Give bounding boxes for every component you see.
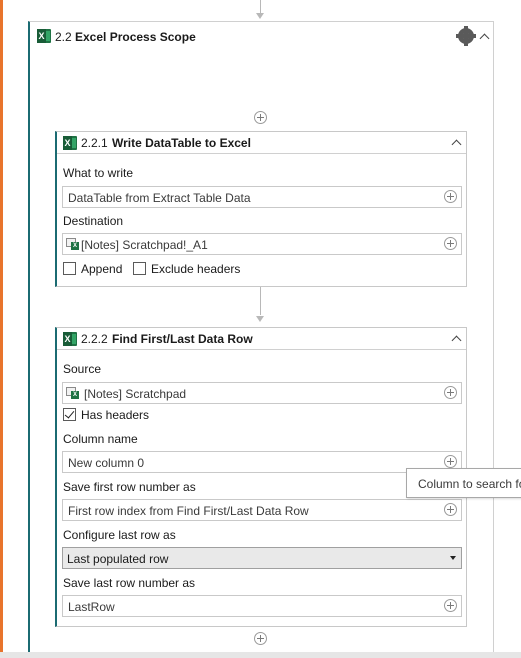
source-field[interactable]: X [Notes] Scratchpad <box>62 382 462 404</box>
add-activity-button-1[interactable] <box>254 111 267 124</box>
destination-value: [Notes] Scratchpad!_A1 <box>81 238 208 252</box>
middle-connector-line <box>260 287 261 315</box>
top-connector-arrow <box>256 13 264 19</box>
destination-label: Destination <box>63 214 124 228</box>
configure-last-row-value: Last populated row <box>67 552 169 566</box>
gear-icon[interactable] <box>456 26 476 46</box>
has-headers-label: Has headers <box>81 408 150 422</box>
column-tooltip-text: Column to search for <box>418 477 521 491</box>
middle-connector-arrow <box>256 316 264 322</box>
top-connector-line <box>260 0 261 14</box>
first-row-add-icon[interactable] <box>444 503 457 516</box>
last-row-value: LastRow <box>68 600 115 614</box>
collapse-write-chevron-up-icon[interactable] <box>451 139 462 150</box>
first-row-value: First row index from Find First/Last Dat… <box>68 504 309 518</box>
configure-last-row-select[interactable]: Last populated row <box>62 547 462 569</box>
excel-icon <box>37 29 51 43</box>
what-to-write-value: DataTable from Extract Table Data <box>68 191 251 205</box>
column-name-add-icon[interactable] <box>444 455 457 468</box>
write-datatable-card[interactable]: 2.2.1 Write DataTable to Excel What to w… <box>55 131 467 287</box>
has-headers-checkbox[interactable] <box>63 408 76 421</box>
scope-title: Excel Process Scope <box>75 30 196 44</box>
last-row-add-icon[interactable] <box>444 599 457 612</box>
find-data-row-title: Find First/Last Data Row <box>112 332 253 346</box>
source-label: Source <box>63 362 102 376</box>
column-tooltip: Column to search for <box>406 468 521 498</box>
collapse-find-chevron-up-icon[interactable] <box>451 335 462 346</box>
column-name-field[interactable]: New column 0 <box>62 451 462 473</box>
find-data-row-number: 2.2.2 <box>81 332 108 346</box>
last-row-label: Save last row number as <box>63 576 196 590</box>
append-label: Append <box>81 262 123 276</box>
sheet-icon: X <box>66 387 80 399</box>
scope-number: 2.2 <box>55 30 72 44</box>
write-datatable-title: Write DataTable to Excel <box>112 136 251 150</box>
first-row-field[interactable]: First row index from Find First/Last Dat… <box>62 499 462 521</box>
write-datatable-header[interactable]: 2.2.1 Write DataTable to Excel <box>57 132 466 154</box>
what-to-write-field[interactable]: DataTable from Extract Table Data <box>62 186 462 208</box>
what-to-write-add-icon[interactable] <box>444 190 457 203</box>
dropdown-arrow-icon <box>450 556 456 560</box>
what-to-write-label: What to write <box>63 166 134 180</box>
left-accent-bar <box>0 0 3 658</box>
column-name-label: Column name <box>63 432 138 446</box>
destination-add-icon[interactable] <box>444 237 457 250</box>
exclude-headers-label: Exclude headers <box>151 262 241 276</box>
excel-icon <box>63 136 77 150</box>
column-name-value: New column 0 <box>68 456 145 470</box>
source-value: [Notes] Scratchpad <box>84 387 187 401</box>
exclude-headers-checkbox[interactable] <box>133 262 146 275</box>
find-data-row-header[interactable]: 2.2.2 Find First/Last Data Row <box>57 328 466 350</box>
excel-icon <box>63 332 77 346</box>
scope-header[interactable]: 2.2 Excel Process Scope <box>30 22 493 50</box>
destination-field[interactable]: X [Notes] Scratchpad!_A1 <box>62 233 462 255</box>
source-add-icon[interactable] <box>444 386 457 399</box>
add-activity-button-2[interactable] <box>254 632 267 645</box>
collapse-scope-chevron-up-icon[interactable] <box>479 33 490 44</box>
first-row-label: Save first row number as <box>63 480 196 494</box>
last-row-field[interactable]: LastRow <box>62 595 462 617</box>
bottom-band <box>0 652 521 658</box>
configure-last-row-label: Configure last row as <box>63 528 176 542</box>
append-checkbox[interactable] <box>63 262 76 275</box>
write-datatable-number: 2.2.1 <box>81 136 108 150</box>
sheet-icon: X <box>66 238 80 250</box>
